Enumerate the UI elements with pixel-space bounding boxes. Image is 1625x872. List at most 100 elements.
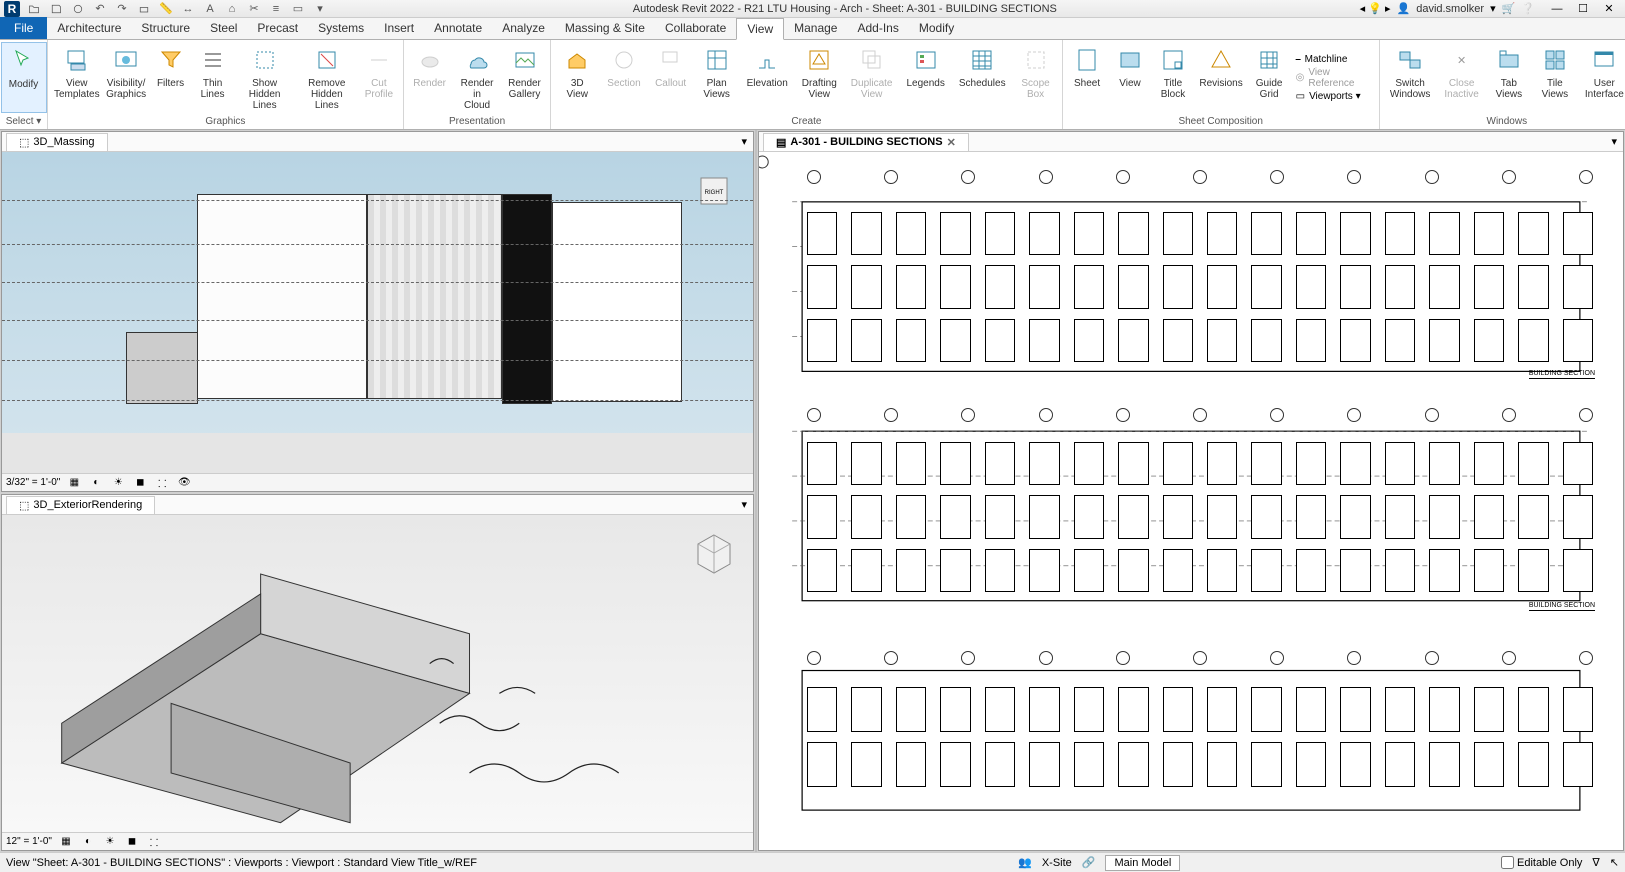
visibility-graphics-button[interactable]: Visibility/ Graphics — [104, 42, 149, 113]
scale-label[interactable]: 12" = 1'-0" — [6, 836, 52, 847]
view-cube[interactable]: RIGHT — [689, 166, 739, 216]
plan-views-button[interactable]: Plan Views — [695, 42, 739, 113]
worksharing-label[interactable]: X-Site — [1042, 857, 1072, 869]
minimize-button[interactable]: — — [1545, 1, 1569, 17]
maximize-button[interactable]: ☐ — [1571, 1, 1595, 17]
revisions-button[interactable]: Revisions — [1195, 42, 1246, 113]
tab-view[interactable]: View — [736, 18, 784, 40]
select-icon[interactable]: ↖ — [1610, 856, 1619, 869]
tab-manage[interactable]: Manage — [784, 17, 847, 39]
shadows-icon[interactable]: ◼ — [132, 476, 148, 490]
tab-modify[interactable]: Modify — [909, 17, 964, 39]
chevron-down-icon[interactable]: ▾ — [1490, 2, 1496, 15]
worksharing-icon[interactable]: 👥 — [1018, 856, 1032, 869]
sheet-button[interactable]: Sheet — [1067, 42, 1108, 113]
qat-undo-icon[interactable]: ↶ — [90, 1, 110, 17]
link-icon[interactable]: 🔗 — [1082, 856, 1096, 869]
tile-views-button[interactable]: Tile Views — [1533, 42, 1577, 113]
qat-text-icon[interactable]: A — [200, 1, 220, 17]
visual-style-icon[interactable]: ◐ — [80, 835, 96, 849]
sun-path-icon[interactable]: ☀ — [102, 835, 118, 849]
view-tab-exterior[interactable]: ⬚3D_ExteriorRendering — [6, 496, 155, 514]
tab-views-button[interactable]: Tab Views — [1487, 42, 1531, 113]
chevron-down-icon[interactable]: ▾ — [310, 1, 330, 17]
thin-lines-button[interactable]: Thin Lines — [193, 42, 233, 113]
view-canvas-massing[interactable]: RIGHT — [2, 152, 753, 473]
view-templates-button[interactable]: View Templates — [52, 42, 102, 113]
close-button[interactable]: ✕ — [1597, 1, 1621, 17]
elevation-button[interactable]: Elevation — [741, 42, 794, 113]
user-name[interactable]: david.smolker — [1416, 3, 1484, 15]
tab-analyze[interactable]: Analyze — [492, 17, 555, 39]
view-canvas-sheet[interactable]: BUILDING SECTION BUILDING SECTION — [759, 152, 1623, 850]
view-maximize-icon[interactable]: ▾ — [1605, 135, 1623, 148]
user-interface-button[interactable]: User Interface — [1579, 42, 1625, 113]
tab-structure[interactable]: Structure — [131, 17, 200, 39]
3d-view-button[interactable]: 3D View — [555, 42, 599, 113]
qat-section-icon[interactable]: ✂ — [244, 1, 264, 17]
tab-precast[interactable]: Precast — [247, 17, 308, 39]
qat-thin-icon[interactable]: ≡ — [266, 1, 286, 17]
info-icon[interactable]: ◂ 💡 ▸ — [1360, 2, 1391, 15]
shadows-icon[interactable]: ◼ — [124, 835, 140, 849]
tab-steel[interactable]: Steel — [200, 17, 247, 39]
hide-icon[interactable]: 👁 — [176, 476, 192, 490]
cart-icon[interactable]: 🛒 — [1502, 2, 1516, 15]
view-maximize-icon[interactable]: ▾ — [735, 498, 753, 511]
qat-open-icon[interactable] — [24, 1, 44, 17]
tab-insert[interactable]: Insert — [374, 17, 424, 39]
scale-label[interactable]: 3/32" = 1'-0" — [6, 477, 60, 488]
view-3d-exterior[interactable]: ⬚3D_ExteriorRendering ▾ — [1, 494, 754, 851]
help-icon[interactable]: ❔ — [1521, 2, 1535, 15]
tab-collaborate[interactable]: Collaborate — [655, 17, 736, 39]
legends-button[interactable]: Legends — [901, 42, 951, 113]
crop-icon[interactable]: ⸬ — [146, 835, 162, 849]
group-label-select[interactable]: Select ▾ — [4, 113, 43, 129]
view-tab-a301[interactable]: ▤ A-301 - BUILDING SECTIONS ✕ — [763, 133, 969, 151]
render-cloud-button[interactable]: Render in Cloud — [453, 42, 500, 113]
title-block-button[interactable]: Title Block — [1152, 42, 1193, 113]
visual-style-icon[interactable]: ◐ — [88, 476, 104, 490]
viewports-button[interactable]: ▭Viewports ▾ — [1296, 91, 1371, 102]
qat-redo-icon[interactable]: ↷ — [112, 1, 132, 17]
view-canvas-exterior[interactable] — [2, 515, 753, 832]
qat-measure-icon[interactable]: 📏 — [156, 1, 176, 17]
matchline-button[interactable]: ⎯Matchline — [1296, 54, 1371, 65]
cloud-icon — [461, 44, 493, 76]
detail-level-icon[interactable]: ▦ — [58, 835, 74, 849]
guide-grid-button[interactable]: Guide Grid — [1249, 42, 1290, 113]
tab-annotate[interactable]: Annotate — [424, 17, 492, 39]
view-button[interactable]: View — [1110, 42, 1151, 113]
crop-icon[interactable]: ⸬ — [154, 476, 170, 490]
qat-sync-icon[interactable] — [68, 1, 88, 17]
qat-dim-icon[interactable]: ↔ — [178, 1, 198, 17]
render-gallery-button[interactable]: Render Gallery — [503, 42, 547, 113]
schedules-button[interactable]: Schedules — [953, 42, 1012, 113]
view-sheet-a301[interactable]: ▤ A-301 - BUILDING SECTIONS ✕ ▾ — [758, 131, 1624, 851]
qat-3d-icon[interactable]: ⌂ — [222, 1, 242, 17]
filter-icon[interactable]: ∇ — [1592, 856, 1599, 869]
drafting-view-button[interactable]: Drafting View — [796, 42, 843, 113]
close-tab-icon[interactable]: ✕ — [947, 136, 956, 149]
tab-systems[interactable]: Systems — [308, 17, 374, 39]
sun-path-icon[interactable]: ☀ — [110, 476, 126, 490]
tab-architecture[interactable]: Architecture — [47, 17, 131, 39]
show-hidden-lines-button[interactable]: Show Hidden Lines — [235, 42, 295, 113]
user-icon[interactable]: 👤 — [1397, 2, 1411, 15]
detail-level-icon[interactable]: ▦ — [66, 476, 82, 490]
view-tab-massing[interactable]: ⬚3D_Massing — [6, 133, 108, 151]
qat-close-icon[interactable]: ▭ — [288, 1, 308, 17]
modify-button[interactable]: Modify — [1, 42, 47, 113]
tab-addins[interactable]: Add-Ins — [847, 17, 908, 39]
file-tab[interactable]: File — [0, 17, 47, 39]
view-maximize-icon[interactable]: ▾ — [735, 135, 753, 148]
filters-button[interactable]: Filters — [151, 42, 191, 113]
tab-massing[interactable]: Massing & Site — [555, 17, 655, 39]
qat-save-icon[interactable] — [46, 1, 66, 17]
model-selector[interactable]: Main Model — [1105, 855, 1180, 871]
qat-print-icon[interactable] — [134, 1, 154, 17]
remove-hidden-lines-button[interactable]: Remove Hidden Lines — [297, 42, 357, 113]
view-3d-massing[interactable]: ⬚3D_Massing ▾ RIGHT — [1, 131, 754, 492]
switch-windows-button[interactable]: Switch Windows — [1384, 42, 1437, 113]
editable-only-checkbox[interactable]: Editable Only — [1501, 856, 1582, 869]
